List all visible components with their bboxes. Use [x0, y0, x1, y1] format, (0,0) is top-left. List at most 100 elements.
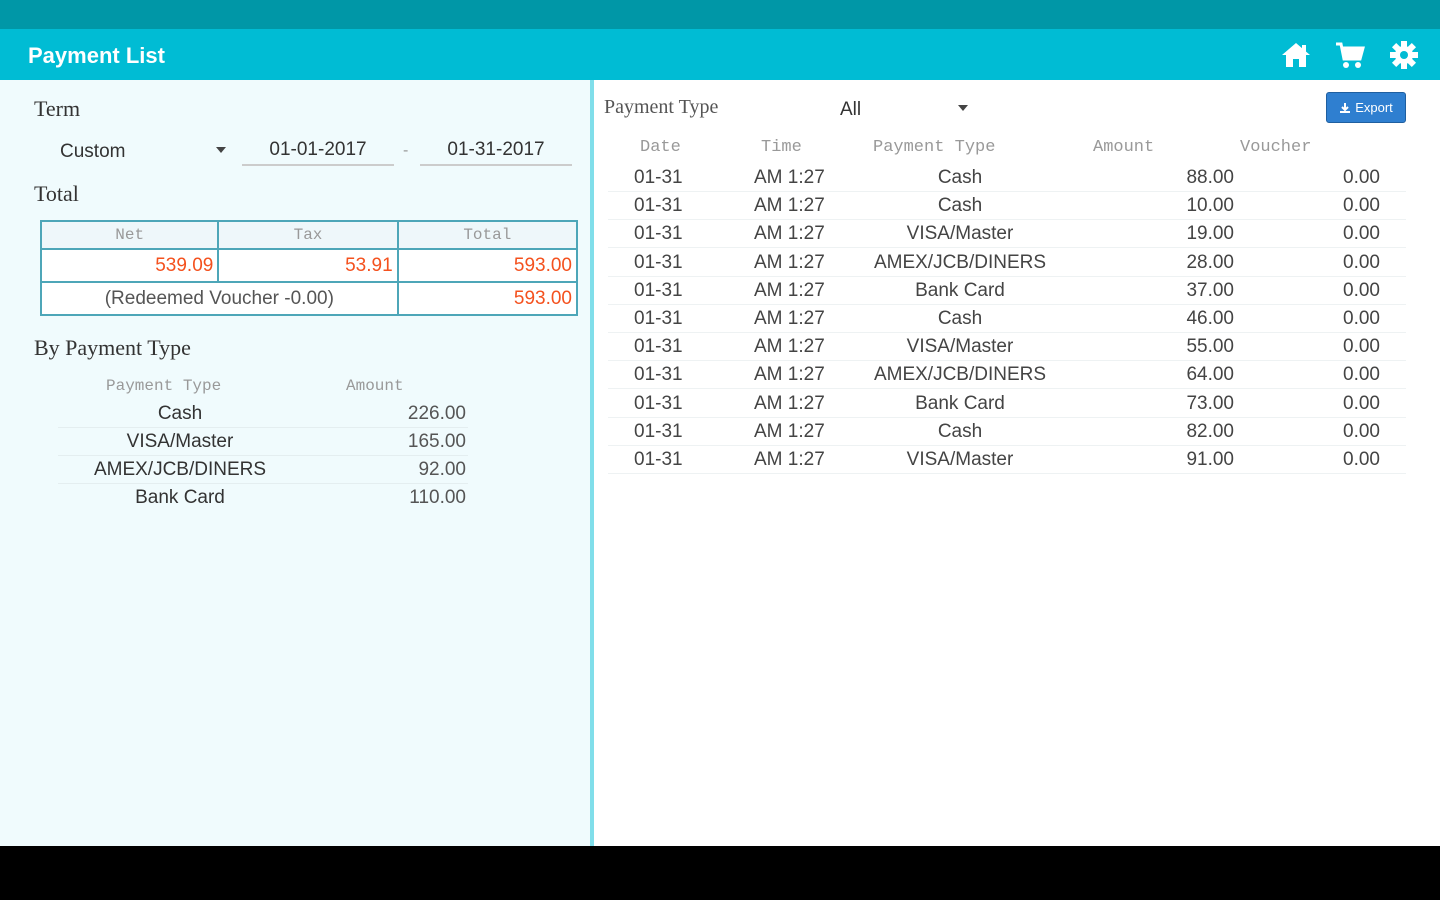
row-amount: 46.00	[1186, 308, 1234, 329]
payment-row[interactable]: 01-31 AM 1:27 Cash 88.00 0.00	[608, 164, 1406, 192]
app-bar: Payment List	[0, 29, 1440, 80]
download-icon	[1340, 102, 1351, 113]
payment-row[interactable]: 01-31 AM 1:27 Bank Card 73.00 0.00	[608, 390, 1406, 418]
payment-row[interactable]: 01-31 AM 1:27 VISA/Master 91.00 0.00	[608, 446, 1406, 474]
payment-row[interactable]: 01-31 AM 1:27 VISA/Master 55.00 0.00	[608, 333, 1406, 362]
payment-type-row: AMEX/JCB/DINERS 92.00	[58, 456, 468, 484]
term-dropdown[interactable]: Custom	[60, 138, 230, 166]
payment-type-name: Cash	[157, 403, 203, 424]
app-title: Payment List	[28, 43, 165, 68]
row-voucher: 0.00	[1343, 449, 1380, 470]
row-date: 01-31	[634, 167, 683, 188]
row-payment-type: VISA/Master	[906, 449, 1014, 470]
app-actions	[1280, 39, 1420, 71]
row-time: AM 1:27	[754, 336, 825, 358]
payment-row[interactable]: 01-31 AM 1:27 AMEX/JCB/DINERS 28.00 0.00	[608, 249, 1406, 277]
row-voucher: 0.00	[1343, 279, 1380, 301]
row-voucher: 0.00	[1343, 364, 1380, 386]
settings-icon[interactable]	[1388, 39, 1420, 71]
voucher-total-value: 593.00	[396, 281, 579, 316]
home-icon[interactable]	[1280, 39, 1312, 71]
row-payment-type: AMEX/JCB/DINERS	[873, 251, 1047, 273]
row-date: 01-31	[634, 392, 683, 414]
row-voucher: 0.00	[1343, 167, 1380, 188]
date-to-field[interactable]: 01-31-2017	[420, 136, 572, 166]
payment-row[interactable]: 01-31 AM 1:27 Cash 10.00 0.00	[608, 192, 1406, 221]
totals-header-net: Net	[39, 220, 220, 250]
row-time: AM 1:27	[754, 364, 825, 386]
payment-type-filter-label: Payment Type	[604, 96, 719, 118]
date-separator: -	[403, 142, 409, 159]
by-type-header-amount: Amount	[346, 377, 404, 395]
row-date: 01-31	[634, 364, 683, 386]
row-amount: 82.00	[1186, 420, 1234, 442]
export-button[interactable]: Export	[1326, 92, 1406, 123]
row-time: AM 1:27	[754, 167, 825, 188]
payment-row[interactable]: 01-31 AM 1:27 Cash 46.00 0.00	[608, 305, 1406, 333]
totals-header-total: Total	[396, 220, 579, 250]
row-time: AM 1:27	[754, 449, 825, 470]
payment-row[interactable]: 01-31 AM 1:27 AMEX/JCB/DINERS 64.00 0.00	[608, 361, 1406, 390]
net-value: 539.09	[39, 248, 220, 283]
row-date: 01-31	[634, 279, 683, 301]
cart-icon[interactable]	[1334, 39, 1366, 71]
row-amount: 91.00	[1186, 449, 1234, 470]
row-time: AM 1:27	[754, 195, 825, 217]
row-date: 01-31	[634, 449, 683, 470]
row-payment-type: Cash	[937, 420, 983, 442]
header-date: Date	[640, 138, 681, 157]
totals-header-tax: Tax	[217, 220, 399, 250]
row-amount: 64.00	[1186, 364, 1234, 386]
row-payment-type: VISA/Master	[906, 223, 1014, 245]
total-title: Total	[34, 181, 79, 206]
row-voucher: 0.00	[1343, 392, 1380, 414]
payment-type-amount: 110.00	[409, 487, 466, 508]
header-voucher: Voucher	[1240, 138, 1312, 157]
payment-type-filter-value: All	[840, 99, 862, 120]
payment-list-pane: Payment Type All Export Date Time Paymen…	[594, 80, 1440, 846]
payment-type-name: VISA/Master	[126, 431, 234, 452]
export-label: Export	[1355, 100, 1393, 115]
payment-type-name: Bank Card	[135, 487, 225, 508]
row-payment-type: Bank Card	[915, 279, 1005, 301]
row-time: AM 1:27	[754, 308, 825, 329]
payment-row[interactable]: 01-31 AM 1:27 VISA/Master 19.00 0.00	[608, 220, 1406, 249]
row-payment-type: Bank Card	[915, 392, 1005, 414]
row-voucher: 0.00	[1343, 308, 1380, 329]
row-voucher: 0.00	[1343, 223, 1380, 245]
row-amount: 88.00	[1186, 167, 1234, 188]
row-amount: 19.00	[1186, 223, 1234, 245]
row-time: AM 1:27	[754, 251, 825, 273]
tax-value: 53.91	[217, 248, 399, 283]
payment-type-filter-dropdown[interactable]: All	[840, 96, 970, 124]
row-amount: 73.00	[1186, 392, 1234, 414]
by-payment-type-title: By Payment Type	[34, 335, 191, 360]
row-date: 01-31	[634, 336, 683, 358]
row-time: AM 1:27	[754, 279, 825, 301]
row-time: AM 1:27	[754, 392, 825, 414]
row-payment-type: Cash	[937, 167, 983, 188]
summary-pane: Term Custom 01-01-2017 - 01-31-2017 Tota…	[0, 80, 590, 846]
payment-type-amount: 92.00	[418, 459, 466, 480]
payment-type-amount: 165.00	[407, 431, 466, 452]
row-voucher: 0.00	[1343, 195, 1380, 217]
term-title: Term	[34, 96, 81, 121]
row-payment-type: Cash	[937, 195, 983, 217]
header-time: Time	[761, 138, 802, 157]
payment-row[interactable]: 01-31 AM 1:27 Bank Card 37.00 0.00	[608, 277, 1406, 305]
row-voucher: 0.00	[1343, 420, 1380, 442]
payment-row[interactable]: 01-31 AM 1:27 Cash 82.00 0.00	[608, 418, 1406, 446]
date-from-field[interactable]: 01-01-2017	[242, 136, 394, 166]
total-value: 593.00	[396, 248, 579, 283]
row-payment-type: Cash	[937, 308, 983, 329]
row-amount: 10.00	[1186, 195, 1234, 217]
header-amount: Amount	[1093, 138, 1155, 157]
payment-type-row: VISA/Master 165.00	[58, 428, 468, 456]
row-date: 01-31	[634, 420, 683, 442]
payment-type-name: AMEX/JCB/DINERS	[93, 459, 267, 480]
row-date: 01-31	[634, 251, 683, 273]
by-type-header-type: Payment Type	[106, 377, 222, 395]
chevron-down-icon	[958, 105, 968, 111]
chevron-down-icon	[216, 147, 226, 153]
row-payment-type: VISA/Master	[906, 336, 1014, 358]
